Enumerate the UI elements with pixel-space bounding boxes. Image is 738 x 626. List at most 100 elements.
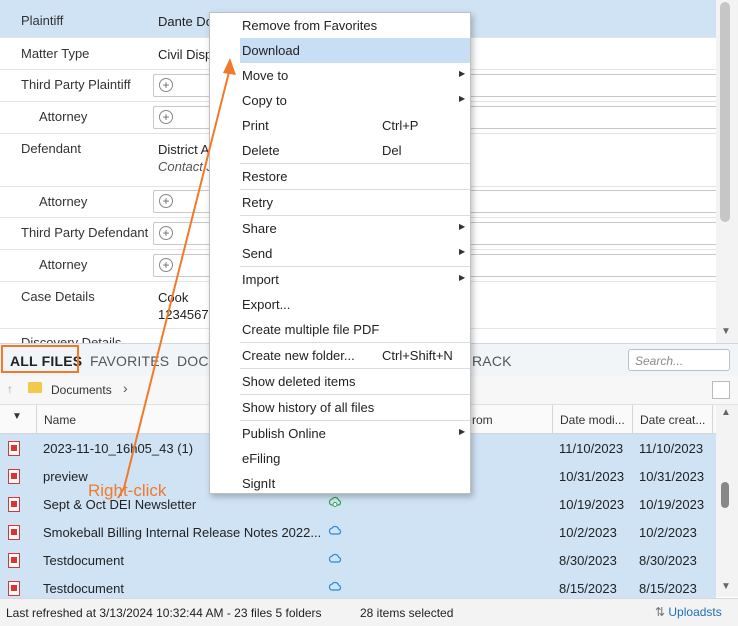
date-modified: 10/2/2023	[559, 525, 617, 540]
date-created: 10/2/2023	[639, 525, 697, 540]
pdf-icon	[8, 469, 20, 484]
date-modified: 8/15/2023	[559, 581, 617, 596]
menu-item-signit[interactable]: SignIt	[240, 471, 470, 496]
shortcut-label: Ctrl+P	[382, 118, 419, 133]
cloud-icon	[328, 553, 342, 563]
tab-favorites[interactable]: FAVORITES	[90, 353, 169, 369]
menu-item-show-deleted-items[interactable]: Show deleted items	[240, 369, 470, 394]
scroll-down-arrow-icon[interactable]: ▼	[721, 326, 731, 337]
menu-item-restore[interactable]: Restore	[240, 164, 470, 189]
menu-item-efiling[interactable]: eFiling	[240, 446, 470, 471]
list-view-icon[interactable]	[712, 381, 730, 399]
pdf-icon	[8, 497, 20, 512]
table-row[interactable]: Testdocument 8/30/2023 8/30/2023	[0, 546, 716, 575]
menu-item-remove-from-favorites[interactable]: Remove from Favorites	[240, 13, 470, 38]
shortcut-label: Del	[382, 143, 402, 158]
third-party-plaintiff-label: Third Party Plaintiff	[21, 77, 131, 92]
plus-circle-icon[interactable]: +	[159, 110, 173, 124]
matter-type-label: Matter Type	[21, 46, 90, 61]
date-modified: 10/31/2023	[559, 469, 625, 484]
column-header-date-modified[interactable]: Date modi...	[560, 413, 625, 427]
shortcut-label: Ctrl+Shift+N	[382, 348, 453, 363]
matter-type-value: Civil Disp	[158, 47, 213, 62]
column-header-date-created[interactable]: Date creat...	[640, 413, 705, 427]
menu-item-create-multiple-file-pdf[interactable]: Create multiple file PDF	[240, 317, 470, 342]
breadcrumb-documents[interactable]: Documents	[51, 383, 112, 397]
chevron-right-icon[interactable]: ›	[123, 380, 128, 396]
sort-down-arrow-icon[interactable]: ▼	[12, 411, 22, 422]
date-created: 8/15/2023	[639, 581, 697, 596]
pdf-icon	[8, 441, 20, 456]
submenu-arrow-icon: ▶	[459, 222, 466, 231]
menu-item-import[interactable]: Import ▶	[240, 267, 470, 292]
scroll-down-arrow-icon[interactable]: ▼	[721, 581, 731, 592]
attorney-label: Attorney	[39, 109, 88, 124]
menu-item-show-history[interactable]: Show history of all files	[240, 395, 470, 420]
case-details-label: Case Details	[21, 289, 95, 304]
plaintiff-value[interactable]: Dante Do	[158, 13, 213, 30]
attorney-label: Attorney	[39, 194, 88, 209]
file-name: Testdocument	[43, 581, 124, 596]
table-row[interactable]: Smokeball Billing Internal Release Notes…	[0, 518, 716, 547]
third-party-defendant-label: Third Party Defendant	[21, 225, 149, 240]
table-row[interactable]: Testdocument 8/15/2023 8/15/2023	[0, 574, 716, 599]
submenu-arrow-icon: ▶	[459, 69, 466, 78]
plus-circle-icon[interactable]: +	[159, 78, 173, 92]
pdf-icon	[8, 581, 20, 596]
column-header-from[interactable]: rom	[472, 413, 493, 427]
plus-circle-icon[interactable]: +	[159, 194, 173, 208]
date-modified: 10/19/2023	[559, 497, 625, 512]
table-scrollbar-thumb[interactable]	[721, 482, 729, 508]
defendant-contact[interactable]: Contact J	[158, 159, 213, 174]
scroll-up-arrow-icon[interactable]: ▲	[721, 407, 731, 418]
details-scrollbar-thumb[interactable]	[720, 2, 730, 222]
menu-item-delete[interactable]: Delete Del	[240, 138, 470, 163]
status-bar: Last refreshed at 3/13/2024 10:32:44 AM …	[0, 598, 738, 626]
menu-item-create-new-folder[interactable]: Create new folder... Ctrl+Shift+N	[240, 343, 470, 368]
discovery-details-label: Discovery Details	[21, 335, 122, 343]
up-arrow-icon[interactable]: ↑	[7, 382, 13, 396]
attorney-label: Attorney	[39, 257, 88, 272]
case-details-line-1: Cook	[158, 290, 189, 305]
sort-arrows-icon: ⇅	[655, 605, 669, 619]
annotation-label: Right-click	[88, 481, 167, 500]
file-name: Testdocument	[43, 553, 124, 568]
plus-circle-icon[interactable]: +	[159, 226, 173, 240]
date-modified: 11/10/2023	[559, 441, 624, 456]
menu-item-retry[interactable]: Retry	[240, 190, 470, 215]
tab-track[interactable]: RACK	[472, 353, 512, 369]
menu-item-export[interactable]: Export...	[240, 292, 470, 317]
status-refresh-info: Last refreshed at 3/13/2024 10:32:44 AM …	[6, 606, 322, 620]
date-created: 11/10/2023	[639, 441, 704, 456]
context-menu: Remove from Favorites Download Move to ▶ …	[209, 12, 471, 494]
date-created: 10/19/2023	[639, 497, 705, 512]
search-placeholder: Search...	[635, 354, 684, 368]
search-input[interactable]: Search...	[628, 349, 730, 371]
folder-icon	[28, 382, 42, 393]
uploads-status-label: Uploadsts	[668, 605, 722, 619]
column-header-name[interactable]: Name	[44, 413, 76, 427]
details-scrollbar[interactable]: ▼	[716, 0, 738, 343]
defendant-value: District A Contact J	[158, 141, 213, 175]
uploads-status-link[interactable]: ⇅ Uploadsts	[655, 605, 722, 619]
table-scrollbar[interactable]: ▲ ▼	[716, 405, 738, 597]
submenu-arrow-icon: ▶	[459, 273, 466, 282]
menu-item-copy-to[interactable]: Copy to ▶	[240, 88, 470, 113]
menu-item-publish-online[interactable]: Publish Online ▶	[240, 421, 470, 446]
menu-item-download[interactable]: Download	[240, 38, 470, 63]
date-created: 10/31/2023	[639, 469, 705, 484]
menu-item-send[interactable]: Send ▶	[240, 241, 470, 266]
file-name: Smokeball Billing Internal Release Notes…	[43, 525, 322, 540]
menu-item-print[interactable]: Print Ctrl+P	[240, 113, 470, 138]
defendant-name[interactable]: District A	[158, 142, 209, 157]
date-created: 8/30/2023	[639, 553, 697, 568]
menu-item-share[interactable]: Share ▶	[240, 216, 470, 241]
submenu-arrow-icon: ▶	[459, 427, 466, 436]
menu-item-move-to[interactable]: Move to ▶	[240, 63, 470, 88]
plaintiff-label: Plaintiff	[21, 13, 64, 28]
file-name: preview	[43, 469, 88, 484]
pdf-icon	[8, 553, 20, 568]
plus-circle-icon[interactable]: +	[159, 258, 173, 272]
defendant-label: Defendant	[21, 141, 81, 156]
cloud-icon	[328, 525, 342, 535]
